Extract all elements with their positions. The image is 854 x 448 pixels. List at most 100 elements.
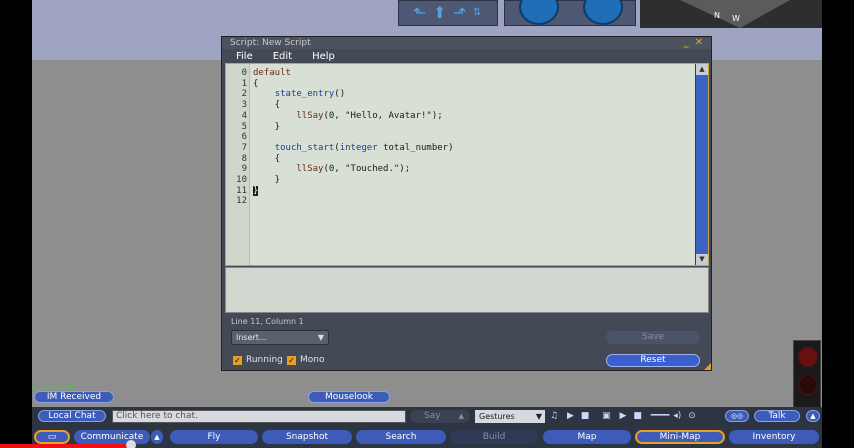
line-number: 0 — [241, 68, 247, 78]
checkmark-icon: ✓ — [233, 355, 242, 365]
chevron-up-icon[interactable]: ▲ — [151, 430, 163, 444]
search-button[interactable]: Search — [356, 430, 446, 444]
compass-west: W — [732, 14, 740, 23]
window-titlebar[interactable]: Script: New Script _ ✕ — [222, 37, 711, 49]
line-number: 11 — [236, 185, 247, 196]
menu-help[interactable]: Help — [312, 51, 335, 62]
checkmark-icon: ✓ — [287, 355, 296, 365]
code-token: (0, "Hello, Avatar!"); — [323, 110, 443, 121]
code-line[interactable]: { — [253, 154, 280, 164]
insert-dropdown-label: Insert... — [236, 333, 267, 342]
chevron-up-icon[interactable]: ▲ — [806, 410, 820, 422]
code-line[interactable]: } — [253, 185, 259, 196]
chat-input[interactable]: Click here to chat. — [112, 410, 406, 423]
code-line[interactable]: { — [253, 100, 280, 110]
local-chat-button[interactable]: Local Chat — [38, 410, 106, 422]
code-line[interactable]: default — [253, 68, 291, 78]
chat-bubble-icon[interactable]: ▭ — [34, 430, 70, 444]
gestures-dropdown[interactable]: Gestures ▼ — [475, 410, 545, 423]
code-token: { — [253, 153, 281, 164]
code-area[interactable]: default{ state_entry() { llSay(0, "Hello… — [253, 64, 693, 265]
build-button[interactable]: Build — [450, 430, 538, 444]
running-label: Running — [246, 355, 283, 365]
minimize-icon[interactable]: _ — [684, 38, 689, 48]
communicate-button[interactable]: Communicate — [74, 430, 150, 444]
camera-orbit-icon[interactable] — [519, 0, 559, 25]
inventory-button[interactable]: Inventory — [729, 430, 819, 444]
forward-icon[interactable]: ⬆ — [433, 4, 446, 22]
media-stop-icon[interactable]: ■ — [633, 411, 642, 421]
expand-up-icon[interactable]: ⊙ — [688, 411, 696, 421]
camera-pan-icon[interactable] — [583, 0, 623, 25]
mini-map-button[interactable]: Mini-Map — [635, 430, 725, 444]
code-token: total_number) — [377, 142, 454, 153]
compile-output-panel — [225, 267, 709, 313]
media-icon[interactable]: ▣ — [602, 411, 611, 421]
talk-button[interactable]: Talk — [754, 410, 800, 422]
turn-left-icon[interactable]: ⬑ — [413, 4, 426, 22]
resize-handle-icon[interactable] — [704, 363, 711, 370]
code-line[interactable]: } — [253, 175, 280, 185]
red-light — [798, 347, 818, 367]
fly-button[interactable]: Fly — [170, 430, 258, 444]
mono-label: Mono — [300, 355, 325, 365]
volume-slider[interactable]: ━━━━ — [651, 411, 670, 421]
minimap-corner[interactable]: N W — [640, 0, 822, 28]
chevron-up-icon: ▲ — [458, 412, 464, 420]
amber-light — [798, 375, 818, 395]
line-number: 2 — [241, 89, 247, 100]
line-number: 7 — [241, 142, 247, 153]
menu-file[interactable]: File — [236, 51, 253, 62]
cursor-position-status: Line 11, Column 1 — [231, 317, 304, 326]
code-token: touch_start — [274, 142, 335, 153]
code-line[interactable]: state_entry() — [253, 89, 345, 99]
scroll-down-icon[interactable]: ▼ — [696, 254, 708, 265]
movement-controls[interactable]: ⬑ ⬆ ⬏ ⇅ — [398, 0, 498, 26]
snapshot-button[interactable]: Snapshot — [262, 430, 352, 444]
music-icon[interactable]: ♫ — [550, 411, 558, 421]
voice-chat-icon[interactable]: ◎◎ — [725, 410, 749, 422]
code-line[interactable]: } — [253, 122, 280, 132]
script-editor-window[interactable]: Script: New Script _ ✕ File Edit Help 0 1… — [221, 36, 712, 371]
close-icon[interactable]: ✕ — [695, 38, 703, 48]
media-controls[interactable]: ♫ ▶ ■ ▣ ▶ ■ ━━━━ ◂) ⊙ — [550, 410, 720, 423]
save-button[interactable]: Save — [606, 331, 700, 344]
say-button[interactable]: Say ▲ — [410, 410, 470, 423]
code-line[interactable]: touch_start(integer total_number) — [253, 143, 454, 153]
say-label: Say — [424, 411, 441, 421]
code-token: } — [253, 121, 281, 132]
code-line[interactable]: llSay(0, "Touched."); — [253, 164, 410, 174]
turn-right-icon[interactable]: ⬏ — [453, 4, 466, 22]
code-editor[interactable]: 0 1 2 3 4 5 6 7 8 9 10 11 12 default{ state_entry() … — [225, 63, 709, 266]
editor-scrollbar[interactable]: ▲ ▼ — [695, 64, 708, 265]
mono-checkbox[interactable]: ✓ Mono — [287, 355, 324, 365]
code-token: { — [253, 78, 259, 89]
menu-bar: File Edit Help — [222, 49, 711, 63]
running-checkbox[interactable]: ✓ Running — [233, 355, 283, 365]
menu-edit[interactable]: Edit — [273, 51, 292, 62]
code-line[interactable]: llSay(0, "Hello, Avatar!"); — [253, 110, 443, 121]
code-token: integer — [339, 142, 378, 153]
insert-dropdown[interactable]: Insert... ▼ — [231, 330, 329, 345]
fly-up-down-icon[interactable]: ⇅ — [473, 4, 481, 22]
text-caret: } — [253, 185, 259, 196]
video-scrubber-handle[interactable] — [126, 440, 136, 448]
code-line[interactable]: { — [253, 79, 258, 89]
code-token: llSay — [296, 110, 324, 121]
stop-icon[interactable]: ■ — [581, 411, 590, 421]
reset-button[interactable]: Reset — [606, 354, 700, 367]
mouselook-button[interactable]: Mouselook — [308, 391, 390, 403]
play-icon[interactable]: ▶ — [567, 411, 574, 421]
im-received-button[interactable]: IM Received — [34, 391, 114, 403]
line-number: 5 — [241, 121, 247, 132]
map-button[interactable]: Map — [543, 430, 631, 444]
media-play-icon[interactable]: ▶ — [620, 411, 627, 421]
camera-controls[interactable] — [504, 0, 636, 26]
traffic-light-object[interactable] — [793, 340, 821, 408]
scroll-up-icon[interactable]: ▲ — [696, 64, 708, 75]
volume-icon[interactable]: ◂) — [673, 411, 681, 421]
video-progress-bar[interactable] — [0, 444, 130, 448]
